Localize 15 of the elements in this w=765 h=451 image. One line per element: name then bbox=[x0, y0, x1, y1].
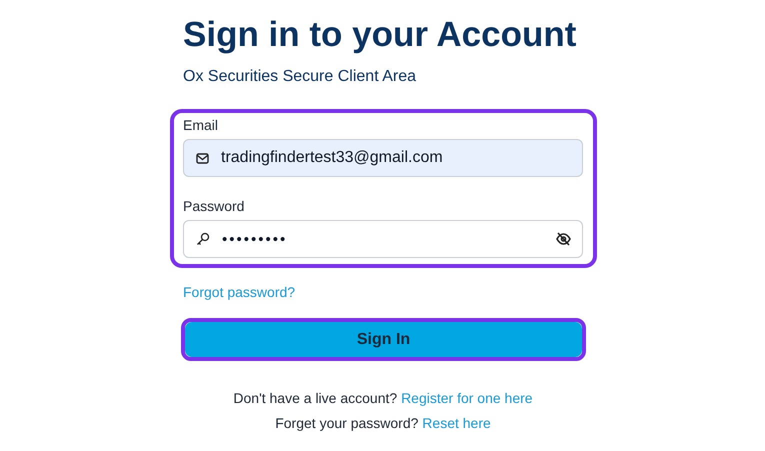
page-subtitle: Ox Securities Secure Client Area bbox=[183, 67, 417, 87]
password-field[interactable]: ••••••••• bbox=[183, 220, 583, 258]
eye-slash-icon[interactable] bbox=[556, 232, 571, 246]
reset-prompt: Forget your password? bbox=[275, 415, 418, 431]
register-link[interactable]: Register for one here bbox=[401, 390, 533, 406]
sign-in-button[interactable]: Sign In bbox=[185, 322, 582, 357]
reset-link[interactable]: Reset here bbox=[422, 415, 491, 431]
key-icon bbox=[196, 232, 210, 246]
forgot-password-link[interactable]: Forgot password? bbox=[183, 284, 296, 300]
mail-icon bbox=[196, 152, 209, 164]
register-prompt: Don't have a live account? bbox=[233, 390, 398, 406]
field-label: Email bbox=[183, 116, 220, 134]
page-title: Sign in to your Account bbox=[183, 14, 576, 56]
field-label: Password bbox=[183, 197, 246, 215]
email-field[interactable]: tradingfindertest33@gmail.com bbox=[183, 139, 583, 177]
